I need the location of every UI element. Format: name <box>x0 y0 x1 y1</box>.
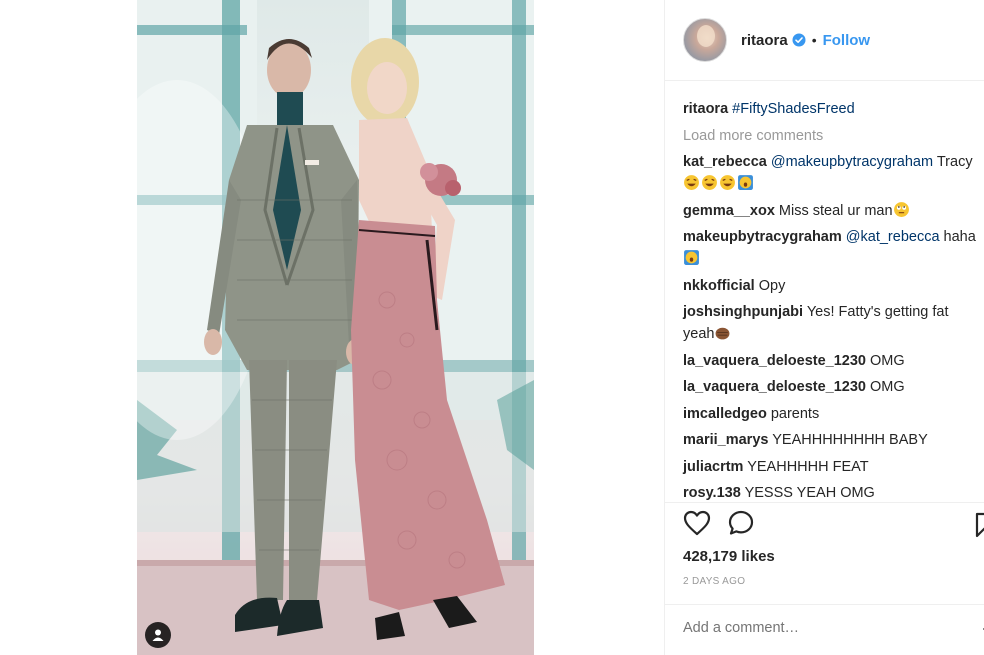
comment-text: YEAHHHHH FEAT <box>747 458 869 475</box>
comment-item: juliacrtm YEAHHHHH FEAT <box>683 456 983 478</box>
comments-divider <box>665 502 984 503</box>
comment-item: imcalledgeo parents <box>683 403 983 425</box>
comment-text: OMG <box>870 379 905 395</box>
comment-username[interactable]: juliacrtm <box>683 459 743 475</box>
screaming-emoji-icon <box>738 175 753 190</box>
post-photo[interactable] <box>137 0 534 655</box>
comment-mention[interactable]: @makeupbytracygraham <box>771 154 933 170</box>
comment-mention[interactable]: @kat_rebecca <box>846 229 940 245</box>
follow-button[interactable]: Follow <box>823 32 871 49</box>
footer-divider <box>665 604 984 605</box>
post-author-username[interactable]: ritaora <box>741 32 788 49</box>
load-more-comments-link[interactable]: Load more comments <box>683 125 983 147</box>
separator-dot: • <box>811 32 817 48</box>
comment-username[interactable]: nkkofficial <box>683 278 755 294</box>
instagram-post-view: ritaora • Follow ritaora #FiftyShadesFre… <box>0 0 984 655</box>
heart-icon[interactable] <box>683 510 711 541</box>
caption-username[interactable]: ritaora <box>683 101 728 117</box>
comment-item: rosy.138 YESSS YEAH OMG <box>683 482 983 504</box>
comment-text: Tracy <box>933 154 973 170</box>
photo-illustration <box>137 0 534 655</box>
comment-username[interactable]: makeupbytracygraham <box>683 229 842 245</box>
post-header: ritaora • Follow <box>683 18 870 62</box>
comment-text: OMG <box>870 352 905 369</box>
add-comment-input[interactable] <box>683 620 983 636</box>
screaming-emoji-icon <box>684 250 699 265</box>
avatar[interactable] <box>683 18 727 62</box>
comment-username[interactable]: la_vaquera_deloeste_1230 <box>683 353 866 369</box>
comment-item: makeupbytracygraham @kat_rebecca haha <box>683 226 983 270</box>
post-timestamp[interactable]: 2 DAYS AGO <box>683 576 745 587</box>
comment-username[interactable]: kat_rebecca <box>683 154 767 170</box>
comment-item: nkkofficial Opy <box>683 275 983 297</box>
caption: ritaora #FiftyShadesFreed <box>683 98 983 120</box>
comment-username[interactable]: joshsinghpunjabi <box>683 304 803 320</box>
comments-list: ritaora #FiftyShadesFreed Load more comm… <box>683 98 983 509</box>
post-actions <box>683 510 755 540</box>
comment-item: marii_marys YEAHHHHHHHH BABY <box>683 429 983 451</box>
laughing-emoji-row <box>683 175 755 192</box>
caption-hashtag[interactable]: #FiftyShadesFreed <box>732 101 855 117</box>
comment-text: haha <box>939 229 976 245</box>
comment-username[interactable]: la_vaquera_deloeste_1230 <box>683 379 866 395</box>
verified-badge-icon <box>792 33 806 47</box>
laughing-emoji-icon <box>720 175 735 190</box>
eye-roll-emoji-icon <box>893 201 909 217</box>
laughing-emoji-icon <box>684 175 699 190</box>
comment-username[interactable]: gemma__xox <box>683 203 775 219</box>
user-tag-glyph <box>152 629 164 641</box>
comment-username[interactable]: rosy.138 <box>683 485 741 501</box>
user-tag-icon[interactable] <box>145 622 171 648</box>
comment-item: la_vaquera_deloeste_1230 OMG <box>683 376 983 398</box>
comment-text: Miss steal ur man <box>778 202 893 219</box>
comment-item: joshsinghpunjabi Yes! Fatty's getting fa… <box>683 301 983 345</box>
comment-username[interactable]: marii_marys <box>683 432 768 448</box>
comment-username[interactable]: imcalledgeo <box>683 406 767 422</box>
comment-text: Opy <box>758 277 786 294</box>
comment-text: YESSS YEAH OMG <box>744 485 875 501</box>
post-side-panel: ritaora • Follow ritaora #FiftyShadesFre… <box>664 0 984 655</box>
comment-item: kat_rebecca @makeupbytracygraham Tracy <box>683 151 983 195</box>
laughing-emoji-icon <box>702 175 717 190</box>
comment-text: YEAHHHHHHHH BABY <box>772 432 928 448</box>
header-divider <box>665 80 984 81</box>
comment-item: la_vaquera_deloeste_1230 OMG <box>683 350 983 372</box>
fist-bump-emoji-icon <box>716 327 730 340</box>
likes-count[interactable]: 428,179 likes <box>683 548 775 565</box>
comment-item: gemma__xox Miss steal ur man <box>683 200 983 222</box>
bookmark-icon[interactable] <box>975 512 984 543</box>
comment-text: parents <box>770 405 820 422</box>
comment-bubble-icon[interactable] <box>727 509 755 542</box>
